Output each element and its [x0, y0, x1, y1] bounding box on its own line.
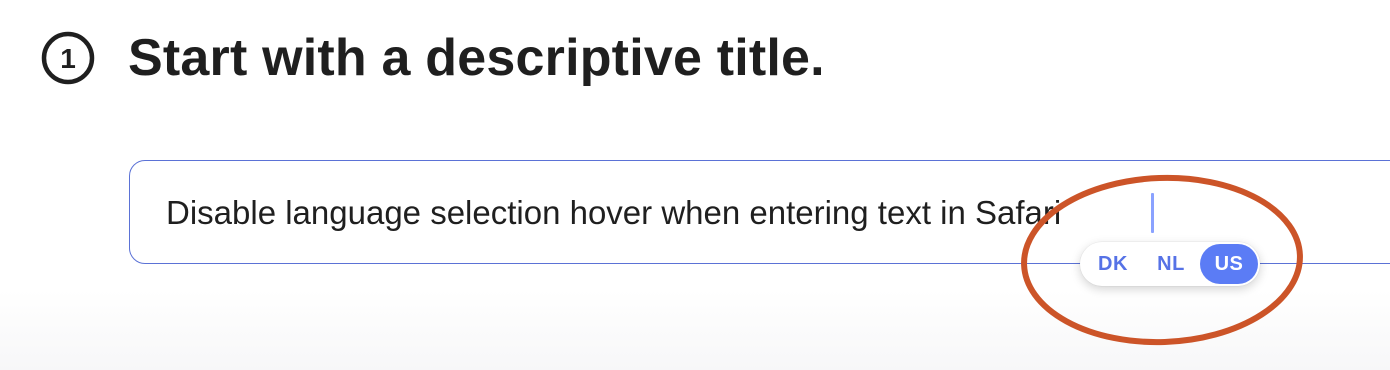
text-cursor [1151, 193, 1154, 233]
language-option-dk[interactable]: DK [1084, 244, 1142, 284]
language-option-nl[interactable]: NL [1142, 244, 1200, 284]
step-heading: 1 Start with a descriptive title. [40, 30, 825, 86]
page-title: Start with a descriptive title. [128, 29, 825, 87]
language-selection-popover: DK NL US [1080, 242, 1260, 286]
step-number: 1 [60, 43, 76, 74]
step-number-icon: 1 [41, 31, 95, 85]
language-option-us[interactable]: US [1200, 244, 1258, 284]
title-input[interactable] [166, 191, 1346, 235]
background-fade [0, 290, 1390, 370]
